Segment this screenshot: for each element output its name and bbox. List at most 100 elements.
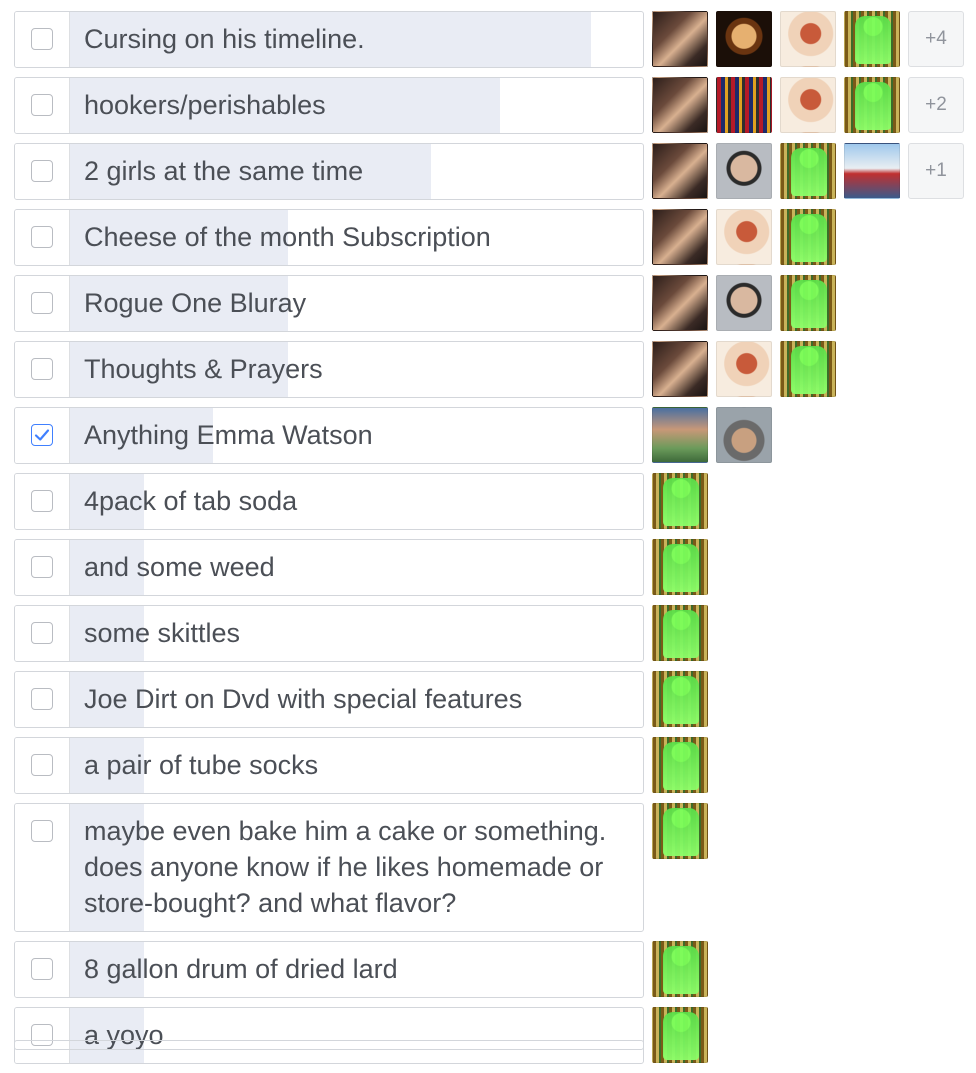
avatar-frank[interactable] — [652, 803, 708, 859]
checkbox-cell — [15, 540, 70, 595]
poll-option[interactable]: Thoughts & Prayers — [14, 341, 644, 398]
poll-option-label-cell: a pair of tube socks — [70, 738, 643, 793]
poll-option-partial — [14, 1040, 644, 1050]
avatar-frank[interactable] — [652, 473, 708, 529]
poll-option[interactable]: maybe even bake him a cake or something.… — [14, 803, 644, 932]
poll-option-checkbox[interactable] — [31, 688, 53, 710]
avatar-frank[interactable] — [652, 737, 708, 793]
poll-option-row: maybe even bake him a cake or something.… — [14, 803, 976, 932]
voter-avatars — [652, 737, 716, 794]
avatar-couple[interactable] — [652, 11, 708, 67]
poll-option-row: Joe Dirt on Dvd with special features — [14, 671, 976, 728]
more-voters-badge[interactable]: +1 — [908, 143, 964, 199]
poll-option-label-cell: Anything Emma Watson — [70, 408, 643, 463]
avatar-frank[interactable] — [780, 341, 836, 397]
poll-option-label-cell: 4pack of tab soda — [70, 474, 643, 529]
voter-avatars — [652, 275, 844, 332]
avatar-frank[interactable] — [780, 275, 836, 331]
avatar-frank[interactable] — [844, 11, 900, 67]
poll-option-row: 4pack of tab soda — [14, 473, 976, 530]
avatar-frank[interactable] — [652, 671, 708, 727]
poll-option-label-cell: Cheese of the month Subscription — [70, 210, 643, 265]
poll-option-checkbox[interactable] — [31, 226, 53, 248]
checkbox-cell — [15, 408, 70, 463]
checkbox-cell — [15, 606, 70, 661]
avatar-frank[interactable] — [780, 143, 836, 199]
poll-option[interactable]: Rogue One Bluray — [14, 275, 644, 332]
avatar-man[interactable] — [716, 275, 772, 331]
poll-option-label-cell: Thoughts & Prayers — [70, 342, 643, 397]
poll-option-checkbox[interactable] — [31, 622, 53, 644]
poll-option-checkbox[interactable] — [31, 292, 53, 314]
poll-option-row: Rogue One Bluray — [14, 275, 976, 332]
avatar-frank[interactable] — [780, 209, 836, 265]
avatar-alien[interactable] — [716, 11, 772, 67]
checkbox-cell — [15, 144, 70, 199]
avatar-pinup[interactable] — [716, 341, 772, 397]
poll-option-checkbox[interactable] — [31, 424, 53, 446]
poll-option-label: Anything Emma Watson — [84, 420, 373, 450]
more-voters-badge[interactable]: +4 — [908, 11, 964, 67]
poll-option[interactable]: Cheese of the month Subscription — [14, 209, 644, 266]
voter-avatars — [652, 539, 716, 596]
poll-option-row: Cheese of the month Subscription — [14, 209, 976, 266]
poll-option[interactable]: Cursing on his timeline. — [14, 11, 644, 68]
poll-option-label-cell: 8 gallon drum of dried lard — [70, 942, 643, 997]
poll-option[interactable]: 8 gallon drum of dried lard — [14, 941, 644, 998]
avatar-couple[interactable] — [652, 77, 708, 133]
poll-option-row: Cursing on his timeline. +4 — [14, 11, 976, 68]
poll-option-checkbox[interactable] — [31, 94, 53, 116]
poll-option-label-cell: Joe Dirt on Dvd with special features — [70, 672, 643, 727]
poll-option[interactable]: Anything Emma Watson — [14, 407, 644, 464]
poll-option[interactable]: 2 girls at the same time — [14, 143, 644, 200]
checkbox-cell — [15, 474, 70, 529]
more-voters-badge[interactable]: +2 — [908, 77, 964, 133]
poll-option-row: 2 girls at the same time +1 — [14, 143, 976, 200]
avatar-pattern[interactable] — [716, 77, 772, 133]
avatar-cyclist[interactable] — [844, 143, 900, 199]
avatar-frank[interactable] — [652, 605, 708, 661]
poll-option-checkbox[interactable] — [31, 820, 53, 842]
poll-option[interactable]: Joe Dirt on Dvd with special features — [14, 671, 644, 728]
voter-avatars — [652, 803, 716, 932]
voter-avatars — [652, 407, 780, 464]
avatar-pinup[interactable] — [780, 77, 836, 133]
poll-option-label-cell: Cursing on his timeline. — [70, 12, 643, 67]
poll-option-checkbox[interactable] — [31, 160, 53, 182]
poll-option-checkbox[interactable] — [31, 358, 53, 380]
poll-option[interactable]: and some weed — [14, 539, 644, 596]
avatar-frank[interactable] — [844, 77, 900, 133]
poll-option[interactable]: hookers/perishables — [14, 77, 644, 134]
poll-option-label-cell: 2 girls at the same time — [70, 144, 643, 199]
checkbox-cell — [15, 804, 70, 931]
avatar-couple[interactable] — [652, 209, 708, 265]
avatar-frank[interactable] — [652, 539, 708, 595]
poll-option[interactable]: a pair of tube socks — [14, 737, 644, 794]
avatar-couple[interactable] — [652, 143, 708, 199]
avatar-frank[interactable] — [652, 941, 708, 997]
avatar-pinup[interactable] — [716, 209, 772, 265]
avatar-couple[interactable] — [652, 275, 708, 331]
poll-option-label: Cursing on his timeline. — [84, 24, 365, 54]
poll-option-checkbox[interactable] — [31, 958, 53, 980]
avatar-pinup[interactable] — [780, 11, 836, 67]
checkbox-cell — [15, 276, 70, 331]
poll-option-row: some skittles — [14, 605, 976, 662]
poll-option[interactable]: 4pack of tab soda — [14, 473, 644, 530]
poll-option-checkbox[interactable] — [31, 490, 53, 512]
poll-option-checkbox[interactable] — [31, 556, 53, 578]
checkbox-cell — [15, 738, 70, 793]
avatar-family[interactable] — [652, 407, 708, 463]
voter-avatars — [652, 605, 716, 662]
poll-option[interactable]: some skittles — [14, 605, 644, 662]
avatar-frank[interactable] — [652, 1007, 708, 1063]
poll-option-label: Cheese of the month Subscription — [84, 222, 491, 252]
voter-avatars — [652, 941, 716, 998]
poll-option-checkbox[interactable] — [31, 754, 53, 776]
poll-option-checkbox[interactable] — [31, 28, 53, 50]
avatar-couple[interactable] — [652, 341, 708, 397]
poll-option[interactable]: a yoyo — [14, 1007, 644, 1064]
avatar-man[interactable] — [716, 143, 772, 199]
avatar-car[interactable] — [716, 407, 772, 463]
poll-option-label: 8 gallon drum of dried lard — [84, 954, 398, 984]
